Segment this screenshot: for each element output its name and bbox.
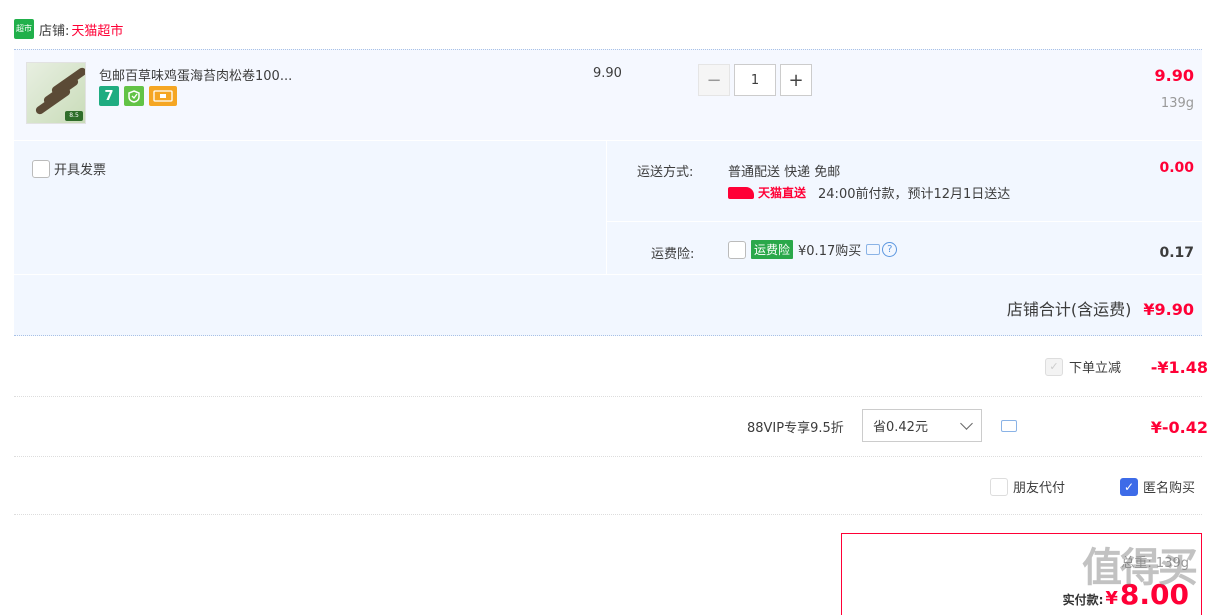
tmall-direct-label: 天猫直送: [758, 186, 807, 200]
currency-symbol: ¥: [1105, 588, 1118, 609]
product-thumbnail[interactable]: 8.5: [26, 62, 86, 124]
payment-summary: 总重: 139g 实付款: ¥ 8.00: [841, 533, 1202, 615]
shipping-method-label: 运送方式:: [637, 165, 694, 180]
item-weight: 139g: [1160, 96, 1194, 111]
anonymous-purchase-label: 匿名购买: [1143, 481, 1196, 496]
card-icon[interactable]: [149, 86, 177, 106]
friend-pay-option[interactable]: 朋友代付: [990, 477, 1065, 496]
store-total-row: 店铺合计(含运费) ¥9.90: [14, 275, 1202, 336]
insurance-checkbox[interactable]: [728, 240, 746, 259]
divider: [606, 141, 607, 274]
invoice-option[interactable]: 开具发票: [32, 159, 106, 178]
product-row: 8.5 包邮百草味鸡蛋海苔肉松卷100... 7 9.90 − 1 + 9.90…: [14, 49, 1202, 140]
tmall-cat-icon: [728, 186, 754, 199]
tmall-direct-badge: 天猫直送: [728, 184, 806, 201]
delivery-note: 24:00前付款，预计12月1日送达: [818, 187, 1011, 202]
line-total: 9.90: [1154, 66, 1194, 85]
anonymous-purchase-option[interactable]: ✓ 匿名购买: [1120, 477, 1195, 496]
shipping-method-value: 普通配送 快递 免邮: [728, 165, 841, 180]
vip-discount-selected: 省0.42元: [873, 420, 928, 435]
decrease-quantity-button[interactable]: −: [698, 64, 730, 96]
tmall-supermarket-logo-icon: 超市: [14, 19, 34, 39]
invoice-label: 开具发票: [54, 163, 107, 178]
divider: [14, 514, 1202, 515]
product-title-link[interactable]: 包邮百草味鸡蛋海苔肉松卷100...: [99, 65, 292, 84]
question-mark-icon[interactable]: ?: [882, 242, 898, 257]
shipping-fee: 0.00: [1159, 160, 1194, 176]
instant-discount-label: 下单立减: [1068, 361, 1121, 376]
comment-bubble-icon[interactable]: [866, 244, 881, 255]
instant-discount: ✓ 下单立减: [1044, 357, 1121, 376]
seven-day-return-icon[interactable]: 7: [99, 86, 119, 106]
friend-pay-checkbox[interactable]: [990, 477, 1008, 496]
insurance-option: 运费险 ¥0.17购买 ?: [728, 240, 898, 259]
actual-payment-amount: 8.00: [1119, 578, 1189, 611]
total-weight: 总重: 139g: [1121, 556, 1189, 571]
instant-discount-checkbox: ✓: [1044, 357, 1063, 376]
divider: [14, 456, 1202, 457]
quantity-stepper: − 1 +: [698, 64, 812, 96]
store-total: 店铺合计(含运费) ¥9.90: [1007, 296, 1194, 320]
insurance-fee: 0.17: [1159, 245, 1194, 261]
insurance-help: ?: [866, 242, 898, 257]
vip-discount-label: 88VIP专享9.5折: [747, 421, 844, 436]
store-label: 店铺:: [39, 23, 70, 39]
guarantee-icon[interactable]: [124, 86, 144, 106]
service-panel: 开具发票 运送方式: 普通配送 快递 免邮 0.00 天猫直送 24:00前付款…: [14, 141, 1202, 274]
invoice-checkbox[interactable]: [32, 159, 50, 178]
quantity-input[interactable]: 1: [734, 64, 776, 96]
delivery-info: 天猫直送 24:00前付款，预计12月1日送达: [728, 183, 1010, 202]
instant-discount-amount: -¥1.48: [1150, 358, 1208, 377]
store-header: 超市 店铺: 天猫超市: [14, 19, 123, 39]
product-service-tags: 7: [99, 86, 177, 106]
divider: [607, 221, 1202, 222]
anonymous-purchase-checkbox[interactable]: ✓: [1120, 477, 1138, 496]
insurance-price: ¥0.17购买: [798, 244, 862, 259]
increase-quantity-button[interactable]: +: [780, 64, 812, 96]
unit-price: 9.90: [593, 66, 622, 81]
vip-discount-select[interactable]: 省0.42元: [862, 409, 982, 442]
divider: [14, 396, 1202, 397]
thumbnail-badge: 8.5: [65, 111, 83, 121]
store-total-label: 店铺合计(含运费): [1006, 300, 1132, 319]
friend-pay-label: 朋友代付: [1013, 481, 1066, 496]
vip-discount-amount: ¥-0.42: [1150, 418, 1208, 437]
actual-payment-label: 实付款:: [1062, 593, 1104, 607]
store-total-amount: ¥9.90: [1143, 300, 1194, 319]
comment-bubble-icon[interactable]: [1001, 420, 1017, 432]
store-name-link[interactable]: 天猫超市: [71, 20, 123, 39]
actual-payment: 实付款: ¥ 8.00: [1063, 578, 1189, 611]
chevron-down-icon: [960, 417, 973, 430]
insurance-label: 运费险:: [651, 247, 695, 262]
insurance-tag: 运费险: [751, 240, 794, 259]
